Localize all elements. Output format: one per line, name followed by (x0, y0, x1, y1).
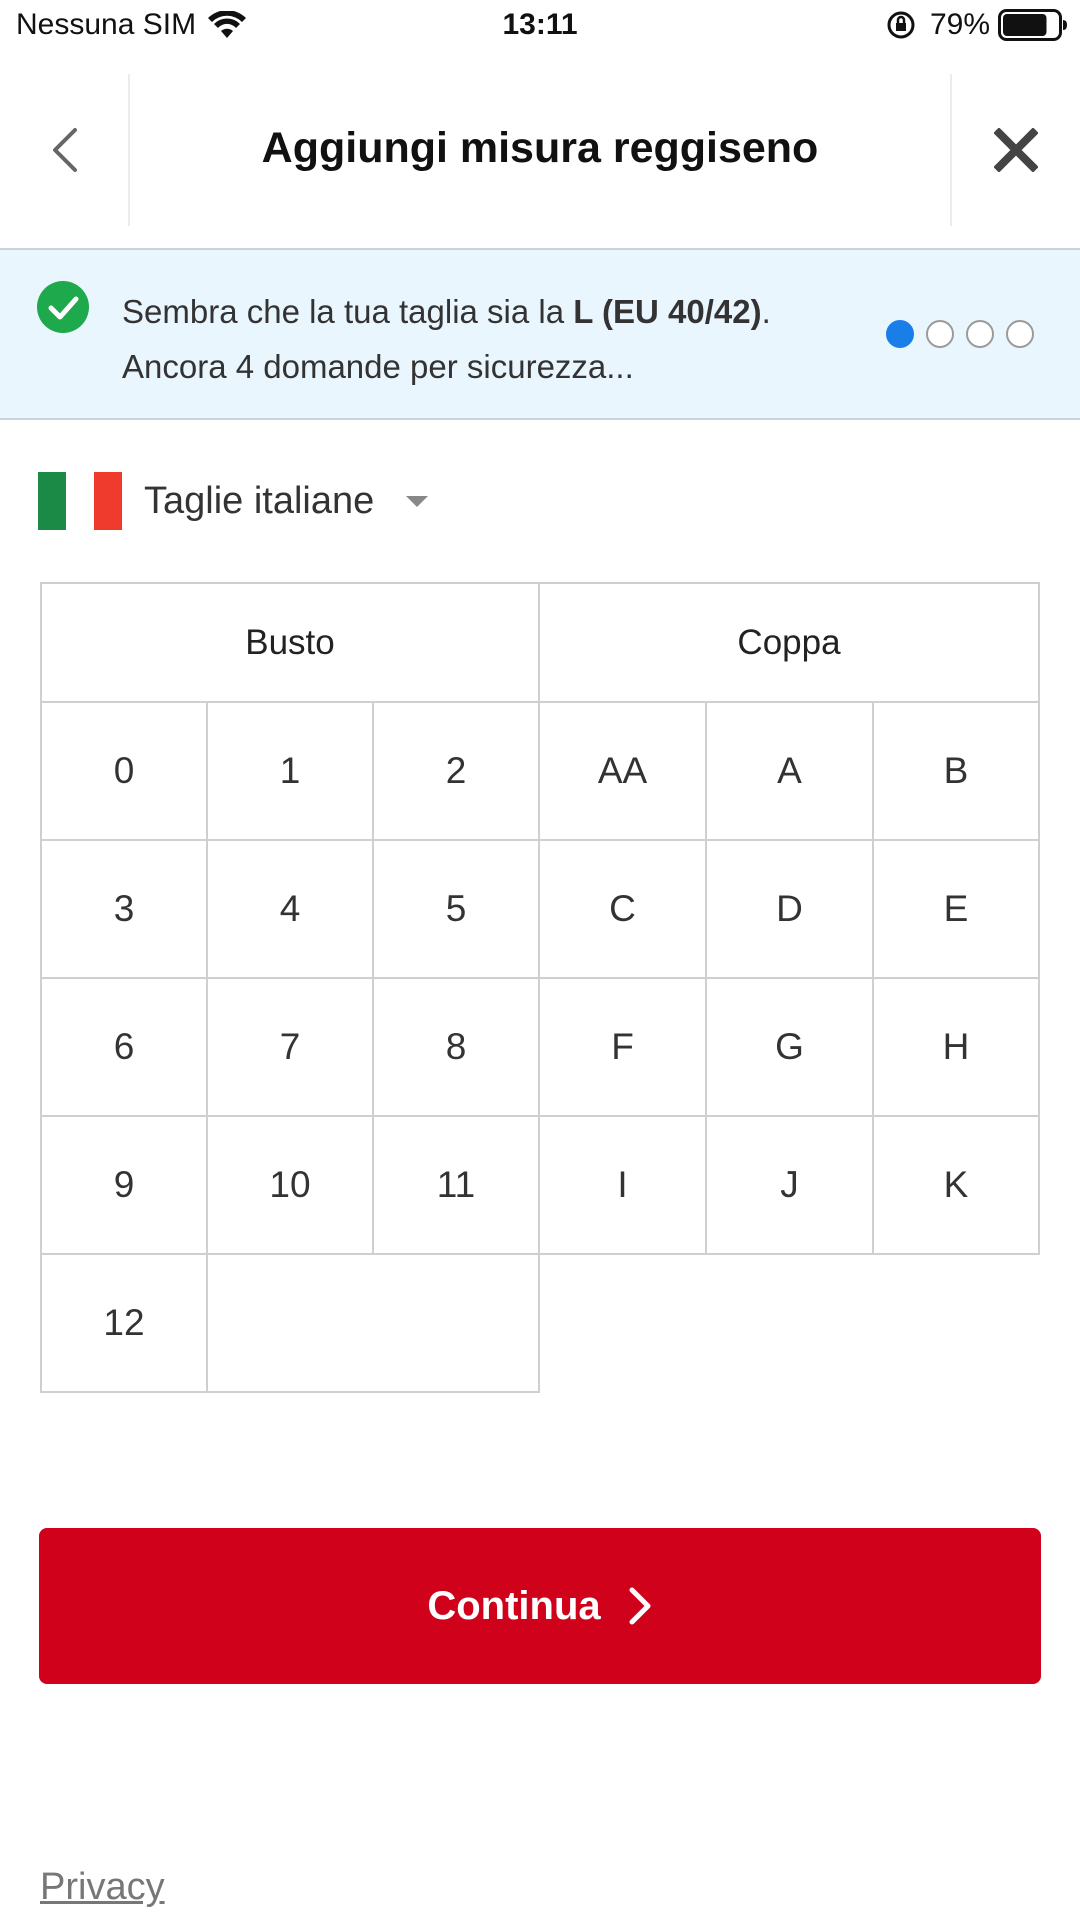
progress-dots (886, 320, 1046, 348)
busto-option-10[interactable]: 10 (206, 1115, 374, 1255)
coppa-option-g[interactable]: G (705, 977, 874, 1117)
chevron-left-icon (53, 128, 77, 172)
progress-dot (926, 320, 954, 348)
coppa-option-b[interactable]: B (872, 701, 1040, 841)
privacy-link[interactable]: Privacy (40, 1866, 165, 1909)
check-circle-icon (37, 281, 89, 333)
status-right: 79% (886, 8, 1068, 42)
busto-option-6[interactable]: 6 (40, 977, 208, 1117)
banner-text-after: . (761, 293, 771, 330)
coppa-option-f[interactable]: F (538, 977, 707, 1117)
status-bar: Nessuna SIM 13:11 79% (0, 0, 1080, 56)
busto-empty-cell (206, 1253, 540, 1393)
flag-stripe (94, 472, 122, 530)
rotation-lock-icon (887, 11, 915, 39)
page-title: Aggiungi misura reggiseno (261, 124, 819, 172)
size-system-label: Taglie italiane (144, 479, 375, 522)
coppa-option-c[interactable]: C (538, 839, 707, 979)
busto-option-7[interactable]: 7 (206, 977, 374, 1117)
busto-option-4[interactable]: 4 (206, 839, 374, 979)
chevron-right-icon (629, 1587, 651, 1625)
caret-down-icon (406, 495, 429, 507)
banner-message: Sembra che la tua taglia sia la L (EU 40… (122, 284, 882, 394)
coppa-option-d[interactable]: D (705, 839, 874, 979)
busto-option-0[interactable]: 0 (40, 701, 208, 841)
size-system-dropdown[interactable]: Taglie italiane (38, 470, 429, 532)
progress-dot-active (886, 320, 914, 348)
coppa-option-k[interactable]: K (872, 1115, 1040, 1255)
flag-stripe (38, 472, 66, 530)
busto-option-11[interactable]: 11 (372, 1115, 540, 1255)
progress-dot (1006, 320, 1034, 348)
coppa-header: Coppa (538, 582, 1040, 703)
close-button[interactable] (952, 74, 1080, 226)
italian-flag-icon (38, 472, 122, 530)
battery-icon (998, 9, 1067, 41)
flag-stripe (66, 472, 94, 530)
continue-label: Continua (427, 1583, 601, 1628)
close-icon (994, 128, 1038, 172)
busto-option-8[interactable]: 8 (372, 977, 540, 1117)
coppa-option-i[interactable]: I (538, 1115, 707, 1255)
continue-button[interactable]: Continua (39, 1528, 1041, 1684)
coppa-option-aa[interactable]: AA (538, 701, 707, 841)
battery-percent: 79% (929, 8, 990, 41)
busto-option-9[interactable]: 9 (40, 1115, 208, 1255)
suggested-size: L (EU 40/42) (573, 293, 762, 330)
back-button[interactable] (0, 74, 128, 226)
busto-option-2[interactable]: 2 (372, 701, 540, 841)
coppa-option-a[interactable]: A (705, 701, 874, 841)
busto-option-5[interactable]: 5 (372, 839, 540, 979)
coppa-option-j[interactable]: J (705, 1115, 874, 1255)
coppa-option-e[interactable]: E (872, 839, 1040, 979)
busto-option-12[interactable]: 12 (40, 1253, 208, 1393)
busto-option-3[interactable]: 3 (40, 839, 208, 979)
coppa-option-h[interactable]: H (872, 977, 1040, 1117)
busto-option-1[interactable]: 1 (206, 701, 374, 841)
banner-text-before: Sembra che la tua taglia sia la (122, 293, 574, 330)
banner-remaining-questions: Ancora 4 domande per sicurezza... (122, 348, 634, 385)
progress-dot (966, 320, 994, 348)
header: Aggiungi misura reggiseno (0, 74, 1080, 250)
busto-header: Busto (40, 582, 540, 703)
